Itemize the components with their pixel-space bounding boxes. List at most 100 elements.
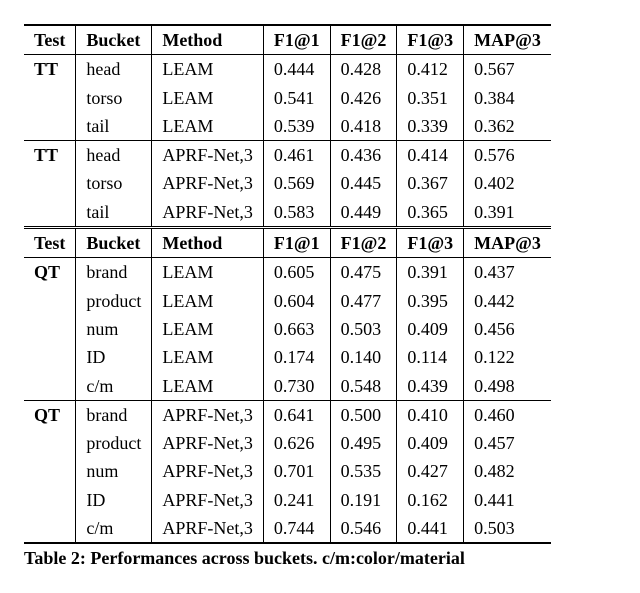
cell-test bbox=[24, 315, 76, 343]
cell-f1-1: 0.461 bbox=[263, 141, 330, 170]
test-label: QT bbox=[34, 405, 60, 425]
cell-f1-1: 0.604 bbox=[263, 287, 330, 315]
cell-f1-2: 0.140 bbox=[330, 343, 397, 371]
table-caption: Table 2: Performances across buckets. c/… bbox=[24, 544, 551, 569]
cell-f1-2: 0.495 bbox=[330, 429, 397, 457]
cell-bucket: brand bbox=[76, 400, 152, 429]
table-row: c/m APRF-Net,3 0.744 0.546 0.441 0.503 bbox=[24, 514, 551, 543]
col-map3: MAP@3 bbox=[464, 228, 551, 258]
header-row-2: Test Bucket Method F1@1 F1@2 F1@3 MAP@3 bbox=[24, 228, 551, 258]
cell-f1-1: 0.539 bbox=[263, 112, 330, 141]
cell-test bbox=[24, 112, 76, 141]
col-test: Test bbox=[24, 228, 76, 258]
cell-f1-1: 0.541 bbox=[263, 84, 330, 112]
col-f1-3: F1@3 bbox=[397, 228, 464, 258]
cell-f1-2: 0.503 bbox=[330, 315, 397, 343]
cell-f1-1: 0.583 bbox=[263, 198, 330, 228]
table-container: Test Bucket Method F1@1 F1@2 F1@3 MAP@3 … bbox=[24, 24, 551, 569]
cell-method: APRF-Net,3 bbox=[152, 514, 264, 543]
cell-test bbox=[24, 287, 76, 315]
cell-f1-3: 0.412 bbox=[397, 55, 464, 84]
cell-f1-3: 0.395 bbox=[397, 287, 464, 315]
cell-bucket: brand bbox=[76, 258, 152, 287]
cell-method: LEAM bbox=[152, 55, 264, 84]
cell-f1-1: 0.569 bbox=[263, 169, 330, 197]
cell-f1-2: 0.475 bbox=[330, 258, 397, 287]
cell-f1-1: 0.663 bbox=[263, 315, 330, 343]
cell-test bbox=[24, 486, 76, 514]
col-map3: MAP@3 bbox=[464, 25, 551, 55]
table-row: QT brand LEAM 0.605 0.475 0.391 0.437 bbox=[24, 258, 551, 287]
cell-f1-2: 0.426 bbox=[330, 84, 397, 112]
table-row: product LEAM 0.604 0.477 0.395 0.442 bbox=[24, 287, 551, 315]
cell-f1-1: 0.744 bbox=[263, 514, 330, 543]
cell-f1-3: 0.414 bbox=[397, 141, 464, 170]
cell-f1-2: 0.500 bbox=[330, 400, 397, 429]
cell-test bbox=[24, 169, 76, 197]
cell-test bbox=[24, 514, 76, 543]
cell-map3: 0.457 bbox=[464, 429, 551, 457]
cell-map3: 0.442 bbox=[464, 287, 551, 315]
cell-f1-2: 0.191 bbox=[330, 486, 397, 514]
test-label: TT bbox=[34, 59, 58, 79]
cell-bucket: head bbox=[76, 55, 152, 84]
cell-test bbox=[24, 343, 76, 371]
col-f1-1: F1@1 bbox=[263, 228, 330, 258]
col-bucket: Bucket bbox=[76, 25, 152, 55]
test-label: TT bbox=[34, 145, 58, 165]
cell-test bbox=[24, 372, 76, 401]
table-row: QT brand APRF-Net,3 0.641 0.500 0.410 0.… bbox=[24, 400, 551, 429]
col-bucket: Bucket bbox=[76, 228, 152, 258]
cell-f1-3: 0.410 bbox=[397, 400, 464, 429]
cell-method: APRF-Net,3 bbox=[152, 141, 264, 170]
cell-test: TT bbox=[24, 55, 76, 84]
cell-bucket: c/m bbox=[76, 372, 152, 401]
cell-map3: 0.122 bbox=[464, 343, 551, 371]
cell-map3: 0.402 bbox=[464, 169, 551, 197]
cell-test: TT bbox=[24, 141, 76, 170]
table-row: num LEAM 0.663 0.503 0.409 0.456 bbox=[24, 315, 551, 343]
cell-f1-3: 0.114 bbox=[397, 343, 464, 371]
cell-method: LEAM bbox=[152, 315, 264, 343]
cell-method: LEAM bbox=[152, 112, 264, 141]
cell-f1-2: 0.428 bbox=[330, 55, 397, 84]
cell-method: LEAM bbox=[152, 372, 264, 401]
header-row-1: Test Bucket Method F1@1 F1@2 F1@3 MAP@3 bbox=[24, 25, 551, 55]
cell-f1-3: 0.409 bbox=[397, 315, 464, 343]
cell-f1-1: 0.641 bbox=[263, 400, 330, 429]
cell-method: LEAM bbox=[152, 343, 264, 371]
cell-f1-2: 0.546 bbox=[330, 514, 397, 543]
cell-test bbox=[24, 429, 76, 457]
cell-f1-2: 0.548 bbox=[330, 372, 397, 401]
cell-f1-3: 0.391 bbox=[397, 258, 464, 287]
cell-f1-3: 0.427 bbox=[397, 457, 464, 485]
cell-bucket: head bbox=[76, 141, 152, 170]
cell-method: APRF-Net,3 bbox=[152, 457, 264, 485]
cell-map3: 0.460 bbox=[464, 400, 551, 429]
cell-f1-1: 0.701 bbox=[263, 457, 330, 485]
cell-map3: 0.441 bbox=[464, 486, 551, 514]
cell-map3: 0.362 bbox=[464, 112, 551, 141]
cell-method: LEAM bbox=[152, 258, 264, 287]
cell-f1-3: 0.439 bbox=[397, 372, 464, 401]
cell-test bbox=[24, 457, 76, 485]
cell-map3: 0.498 bbox=[464, 372, 551, 401]
cell-f1-3: 0.367 bbox=[397, 169, 464, 197]
cell-f1-2: 0.477 bbox=[330, 287, 397, 315]
cell-f1-3: 0.339 bbox=[397, 112, 464, 141]
cell-bucket: product bbox=[76, 287, 152, 315]
cell-method: APRF-Net,3 bbox=[152, 429, 264, 457]
cell-f1-3: 0.351 bbox=[397, 84, 464, 112]
cell-map3: 0.503 bbox=[464, 514, 551, 543]
table-row: ID APRF-Net,3 0.241 0.191 0.162 0.441 bbox=[24, 486, 551, 514]
cell-map3: 0.482 bbox=[464, 457, 551, 485]
cell-f1-3: 0.365 bbox=[397, 198, 464, 228]
cell-method: LEAM bbox=[152, 84, 264, 112]
table-row: c/m LEAM 0.730 0.548 0.439 0.498 bbox=[24, 372, 551, 401]
col-f1-2: F1@2 bbox=[330, 25, 397, 55]
cell-method: LEAM bbox=[152, 287, 264, 315]
cell-map3: 0.456 bbox=[464, 315, 551, 343]
cell-f1-3: 0.162 bbox=[397, 486, 464, 514]
results-table: Test Bucket Method F1@1 F1@2 F1@3 MAP@3 … bbox=[24, 24, 551, 544]
cell-f1-3: 0.409 bbox=[397, 429, 464, 457]
